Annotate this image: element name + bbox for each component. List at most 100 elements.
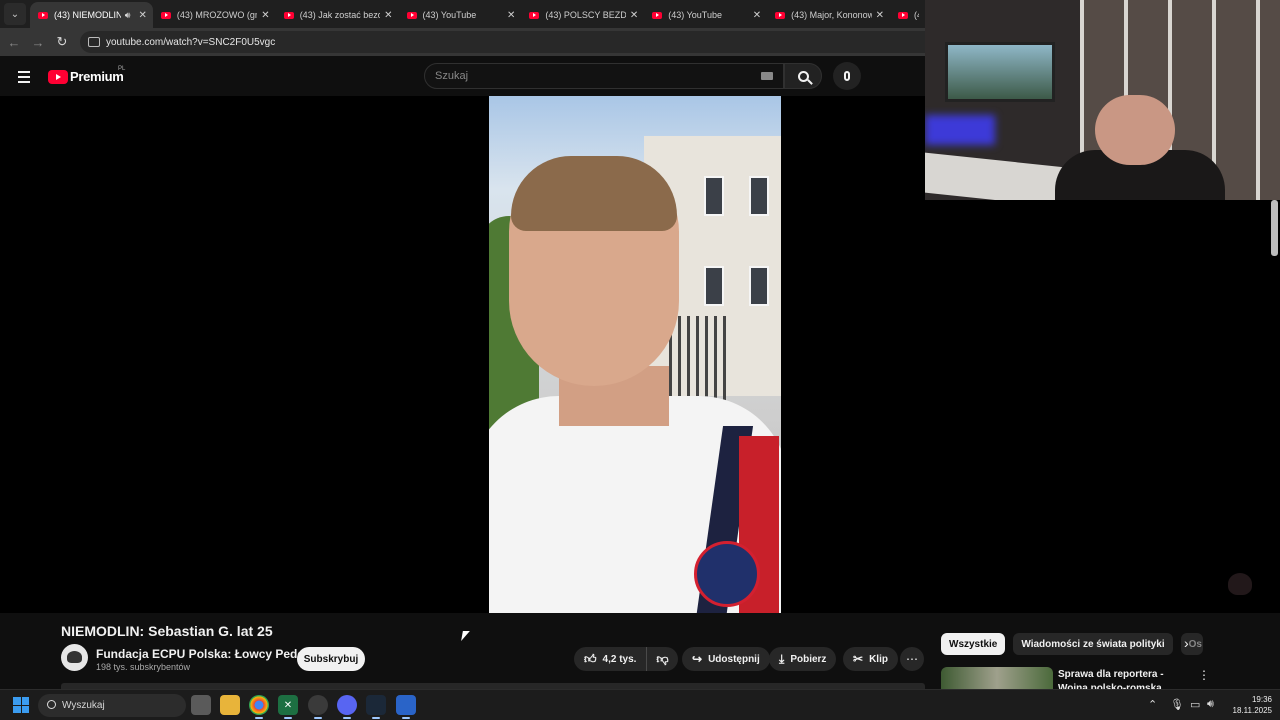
clock-time: 19:36 bbox=[1251, 695, 1272, 704]
thumbs-up-icon: 👍︎ bbox=[584, 651, 597, 666]
youtube-play-icon bbox=[48, 69, 68, 84]
tab-4[interactable]: (43) YouTube ✕ bbox=[399, 2, 522, 28]
search-button[interactable] bbox=[784, 63, 822, 89]
youtube-favicon-icon bbox=[652, 11, 663, 19]
speaker-icon[interactable]: 🔊︎ bbox=[125, 10, 131, 21]
tab-2[interactable]: (43) MROZOWO (gm ✕ bbox=[153, 2, 276, 28]
psg-crest bbox=[694, 541, 760, 607]
windows-start-icon[interactable] bbox=[13, 697, 29, 713]
youtube-favicon-icon bbox=[283, 11, 294, 19]
tab-close-icon[interactable]: ✕ bbox=[876, 10, 884, 21]
forward-arrow-icon[interactable]: → bbox=[26, 35, 50, 50]
video-title: NIEMODLIN: Sebastian G. lat 25 bbox=[61, 623, 273, 639]
address-bar[interactable]: youtube.com/watch?v=SNC2F0U5vgc bbox=[80, 31, 925, 53]
task-view-icon[interactable] bbox=[191, 695, 211, 715]
chrome-icon[interactable] bbox=[249, 695, 269, 719]
microphone-icon[interactable]: 🎙︎ bbox=[1170, 698, 1184, 711]
obs-icon[interactable] bbox=[308, 695, 328, 719]
taskbar-search[interactable]: Wyszukaj bbox=[38, 694, 186, 717]
video-info: NIEMODLIN: Sebastian G. lat 25 Fundacja … bbox=[0, 613, 1280, 689]
subscribe-button[interactable]: Subskrybuj bbox=[297, 647, 365, 671]
youtube-favicon-icon bbox=[529, 11, 540, 19]
tab-3[interactable]: (43) Jak zostać bezdo ✕ bbox=[276, 2, 399, 28]
youtube-favicon-icon bbox=[160, 11, 171, 19]
page-scrollbar[interactable] bbox=[1271, 200, 1278, 256]
channel-avatar[interactable] bbox=[61, 644, 88, 671]
clip-label: Klip bbox=[869, 653, 888, 665]
thumbs-down-icon: 👎︎ bbox=[656, 651, 669, 666]
search-input[interactable]: Szukaj bbox=[424, 63, 784, 89]
download-icon: ⤓ bbox=[779, 651, 785, 666]
discord-icon[interactable] bbox=[337, 695, 357, 719]
tab-close-icon[interactable]: ✕ bbox=[384, 10, 392, 21]
clip-button[interactable]: ✂ Klip bbox=[843, 647, 898, 671]
more-actions-button[interactable]: ⋯ bbox=[900, 647, 924, 671]
like-button[interactable]: 👍︎ 4,2 tys. bbox=[574, 647, 648, 671]
scissors-icon: ✂ bbox=[853, 652, 864, 666]
logo-text: Premium bbox=[70, 69, 124, 84]
youtube-favicon-icon bbox=[406, 11, 417, 19]
youtube-premium-logo[interactable]: Premium PL bbox=[48, 66, 126, 84]
like-dislike-group: 👍︎ 4,2 tys. 👎︎ bbox=[574, 647, 678, 671]
back-arrow-icon[interactable]: ← bbox=[2, 35, 26, 50]
chevron-right-icon[interactable]: › bbox=[1184, 635, 1189, 651]
volume-icon[interactable]: 🔊︎ bbox=[1207, 698, 1214, 711]
reload-icon[interactable]: ↻ bbox=[50, 34, 74, 50]
chevron-up-icon[interactable]: ⌃ bbox=[1148, 698, 1157, 711]
country-code: PL bbox=[118, 66, 126, 72]
browser-toolbar: ← → ↻ youtube.com/watch?v=SNC2F0U5vgc bbox=[0, 28, 925, 56]
tab-title: (43) bbox=[913, 10, 919, 20]
like-count: 4,2 tys. bbox=[602, 653, 637, 665]
download-button[interactable]: ⤓ Pobierz bbox=[769, 647, 837, 671]
video-frame[interactable] bbox=[489, 96, 781, 613]
tab-title: (43) Major, Kononow bbox=[791, 10, 872, 20]
tab-close-icon[interactable]: ✕ bbox=[630, 10, 638, 21]
tab-title: (43) YouTube bbox=[668, 10, 722, 20]
tab-close-icon[interactable]: ✕ bbox=[261, 10, 269, 21]
tab-title: (43) POLSCY BEZDOM bbox=[545, 10, 626, 20]
channel-name[interactable]: Fundacja ECPU Polska: Łowcy Pedofilii bbox=[96, 647, 322, 661]
site-info-icon[interactable] bbox=[88, 37, 100, 47]
share-button[interactable]: ↪ Udostępnij bbox=[682, 647, 770, 671]
excel-icon[interactable]: ✕ bbox=[278, 695, 298, 719]
steam-icon[interactable] bbox=[366, 695, 386, 719]
system-clock[interactable]: 19:36 18.11.2025 bbox=[1226, 694, 1272, 716]
network-icon[interactable]: ▭ bbox=[1190, 698, 1200, 711]
aquarium bbox=[945, 42, 1055, 102]
recommended-title[interactable]: Sprawa dla reportera - Wojna polsko-roms… bbox=[1058, 668, 1188, 689]
tab-close-icon[interactable]: ✕ bbox=[138, 10, 146, 21]
tab-6[interactable]: (43) YouTube ✕ bbox=[644, 2, 767, 28]
tab-5[interactable]: (43) POLSCY BEZDOM ✕ bbox=[521, 2, 644, 28]
menu-icon[interactable] bbox=[18, 71, 30, 86]
keyboard-icon[interactable] bbox=[761, 72, 773, 80]
taskbar-search-placeholder: Wyszukaj bbox=[62, 700, 105, 711]
webcam-overlay bbox=[925, 0, 1280, 200]
tab-close-icon[interactable]: ✕ bbox=[507, 10, 515, 21]
filter-chips: Wszystkie Wiadomości ze świata polityki … bbox=[941, 633, 1203, 655]
youtube-favicon-icon bbox=[775, 11, 786, 19]
tab-1[interactable]: (43) NIEMODLIN 🔊︎ ✕ bbox=[29, 2, 153, 28]
tab-title: (43) NIEMODLIN bbox=[53, 10, 121, 20]
tab-close-icon[interactable]: ✕ bbox=[753, 10, 761, 21]
tab-8[interactable]: (43) bbox=[890, 2, 925, 28]
chip-all[interactable]: Wszystkie bbox=[941, 633, 1006, 655]
app-icon[interactable] bbox=[396, 695, 416, 719]
dislike-button[interactable]: 👎︎ bbox=[647, 652, 677, 667]
youtube-favicon-icon bbox=[37, 11, 48, 19]
channel-watermark-icon[interactable] bbox=[1228, 573, 1252, 595]
download-label: Pobierz bbox=[790, 653, 827, 665]
voice-search-button[interactable] bbox=[833, 62, 861, 90]
clock-date: 18.11.2025 bbox=[1232, 706, 1272, 715]
windows-taskbar: Wyszukaj ✕ ⌃ 🎙︎ ▭ 🔊︎ 19:36 18.11.2025 bbox=[0, 689, 1280, 720]
file-explorer-icon[interactable] bbox=[220, 695, 240, 715]
tab-search-button[interactable]: ⌄ bbox=[4, 3, 26, 25]
streamer-face bbox=[1095, 95, 1175, 165]
recommended-thumbnail[interactable] bbox=[941, 667, 1053, 689]
video-player[interactable] bbox=[0, 96, 925, 613]
share-label: Udostępnij bbox=[708, 653, 760, 665]
screen: ⌄ (43) NIEMODLIN 🔊︎ ✕ (43) MROZOWO (gm ✕… bbox=[0, 0, 1280, 720]
search-placeholder: Szukaj bbox=[435, 70, 469, 82]
kebab-menu-icon[interactable]: ⋮ bbox=[1198, 668, 1210, 682]
tab-7[interactable]: (43) Major, Kononow ✕ bbox=[767, 2, 890, 28]
chip-politics[interactable]: Wiadomości ze świata polityki bbox=[1013, 633, 1173, 655]
